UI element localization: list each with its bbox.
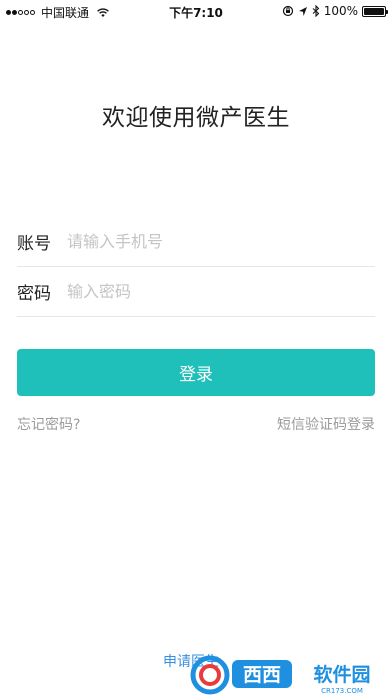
svg-text:CR173.COM: CR173.COM [321, 687, 363, 695]
status-right: 100% [282, 4, 388, 18]
battery-icon [362, 5, 388, 17]
bluetooth-icon [312, 5, 319, 17]
password-input[interactable] [67, 281, 375, 301]
status-bar: 中国联通 下午7:10 100% [0, 0, 392, 22]
account-row: 账号 [17, 216, 375, 267]
svg-text:软件园: 软件园 [313, 663, 370, 686]
login-button[interactable]: 登录 [17, 349, 375, 396]
account-label: 账号 [17, 233, 51, 254]
password-row: 密码 [17, 266, 375, 317]
password-label: 密码 [17, 283, 51, 304]
welcome-title: 欢迎使用微产医生 [102, 105, 290, 131]
location-arrow-icon [298, 6, 307, 16]
svg-text:西西: 西西 [243, 664, 281, 686]
watermark-logo: 西西 软件园 CR173.COM [190, 655, 371, 695]
sms-login-link[interactable]: 短信验证码登录 [277, 414, 375, 434]
battery-level [364, 7, 384, 15]
forgot-password-link[interactable]: 忘记密码? [17, 414, 80, 434]
battery-percentage: 100% [323, 4, 358, 18]
phone-input[interactable] [67, 231, 375, 251]
orientation-lock-icon [282, 5, 293, 17]
